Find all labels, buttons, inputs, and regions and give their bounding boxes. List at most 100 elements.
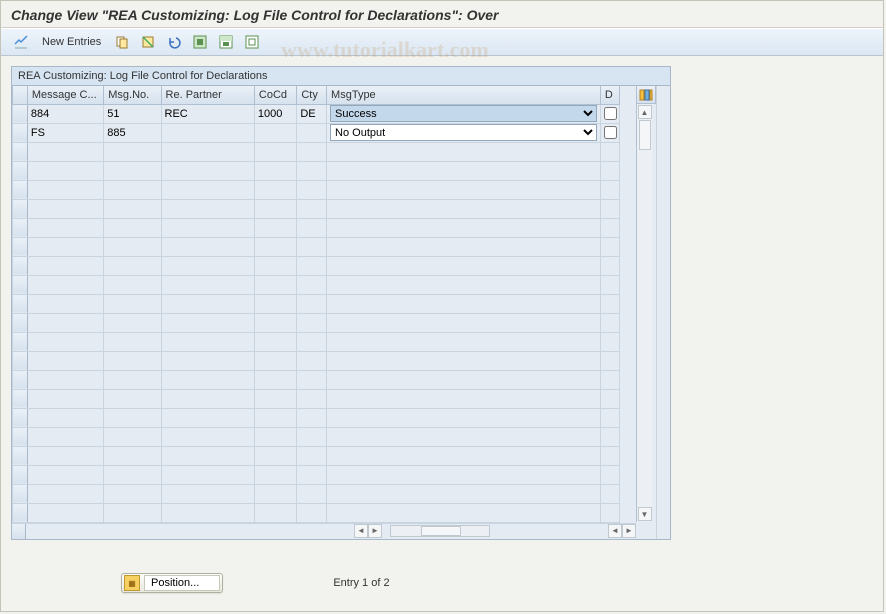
row-selector[interactable]	[13, 332, 28, 351]
cell-cocd[interactable]	[254, 427, 296, 446]
cell-cocd[interactable]	[254, 313, 296, 332]
row-selector[interactable]	[13, 199, 28, 218]
input-re_partner[interactable]	[165, 108, 251, 120]
row-selector[interactable]	[13, 446, 28, 465]
row-selector[interactable]	[13, 313, 28, 332]
cell-msg_class[interactable]	[27, 123, 103, 142]
cell-d[interactable]	[600, 294, 619, 313]
cell-msg_class[interactable]	[27, 275, 103, 294]
cell-msgtype[interactable]	[327, 180, 601, 199]
cell-msg_no[interactable]	[104, 484, 161, 503]
cell-msg_no[interactable]	[104, 104, 161, 123]
cell-re_partner[interactable]	[161, 218, 254, 237]
cell-d[interactable]	[600, 389, 619, 408]
cell-cocd[interactable]	[254, 351, 296, 370]
row-selector[interactable]	[13, 503, 28, 522]
cell-re_partner[interactable]	[161, 237, 254, 256]
cell-msg_no[interactable]	[104, 332, 161, 351]
col-msgtype[interactable]: MsgType	[327, 86, 601, 104]
checkbox-d[interactable]	[604, 126, 617, 139]
row-selector[interactable]	[13, 465, 28, 484]
row-selector[interactable]	[13, 484, 28, 503]
cell-msgtype[interactable]	[327, 351, 601, 370]
cell-msgtype[interactable]	[327, 275, 601, 294]
cell-re_partner[interactable]	[161, 294, 254, 313]
checkbox-d[interactable]	[604, 107, 617, 120]
cell-re_partner[interactable]	[161, 142, 254, 161]
cell-cty[interactable]	[297, 256, 327, 275]
cell-msg_no[interactable]	[104, 256, 161, 275]
cell-msgtype[interactable]	[327, 465, 601, 484]
cell-msgtype[interactable]	[327, 199, 601, 218]
cell-cty[interactable]	[297, 142, 327, 161]
cell-cty[interactable]	[297, 218, 327, 237]
cell-d[interactable]	[600, 313, 619, 332]
configure-columns-button[interactable]	[636, 86, 656, 104]
cell-d[interactable]	[600, 161, 619, 180]
cell-msg_class[interactable]	[27, 218, 103, 237]
cell-msgtype[interactable]	[327, 408, 601, 427]
cell-cocd[interactable]	[254, 446, 296, 465]
cell-msg_class[interactable]	[27, 161, 103, 180]
cell-cocd[interactable]	[254, 484, 296, 503]
cell-re_partner[interactable]	[161, 465, 254, 484]
undo-button[interactable]	[162, 32, 186, 52]
cell-cocd[interactable]	[254, 237, 296, 256]
cell-cocd[interactable]	[254, 294, 296, 313]
cell-msgtype[interactable]	[327, 427, 601, 446]
msgtype-select[interactable]: SuccessNo Output	[330, 105, 597, 122]
input-cocd[interactable]	[258, 108, 293, 120]
cell-d[interactable]	[600, 123, 619, 142]
cell-msg_no[interactable]	[104, 351, 161, 370]
cell-cocd[interactable]	[254, 199, 296, 218]
cell-msg_no[interactable]	[104, 275, 161, 294]
vscroll-down[interactable]: ▼	[638, 507, 652, 521]
cell-cocd[interactable]	[254, 370, 296, 389]
cell-cty[interactable]	[297, 199, 327, 218]
cell-cty[interactable]	[297, 370, 327, 389]
row-selector[interactable]	[13, 370, 28, 389]
input-cty[interactable]	[300, 127, 323, 139]
cell-re_partner[interactable]	[161, 389, 254, 408]
cell-cty[interactable]	[297, 503, 327, 522]
copy-as-button[interactable]	[110, 32, 134, 52]
cell-msgtype[interactable]	[327, 161, 601, 180]
cell-re_partner[interactable]	[161, 408, 254, 427]
cell-cocd[interactable]	[254, 218, 296, 237]
cell-cty[interactable]	[297, 332, 327, 351]
row-selector[interactable]	[13, 351, 28, 370]
cell-msgtype[interactable]	[327, 142, 601, 161]
cell-msg_class[interactable]	[27, 351, 103, 370]
delete-button[interactable]	[136, 32, 160, 52]
cell-re_partner[interactable]	[161, 123, 254, 142]
cell-cty[interactable]	[297, 465, 327, 484]
cell-re_partner[interactable]	[161, 275, 254, 294]
cell-cty[interactable]	[297, 123, 327, 142]
cell-re_partner[interactable]	[161, 180, 254, 199]
cell-msg_class[interactable]	[27, 427, 103, 446]
cell-cty[interactable]	[297, 389, 327, 408]
cell-msg_no[interactable]	[104, 199, 161, 218]
cell-cocd[interactable]	[254, 180, 296, 199]
vscroll-up[interactable]: ▲	[638, 105, 652, 119]
cell-d[interactable]	[600, 199, 619, 218]
cell-msg_no[interactable]	[104, 408, 161, 427]
cell-cocd[interactable]	[254, 408, 296, 427]
cell-d[interactable]	[600, 180, 619, 199]
cell-d[interactable]	[600, 446, 619, 465]
cell-msgtype[interactable]	[327, 389, 601, 408]
cell-re_partner[interactable]	[161, 446, 254, 465]
select-block-button[interactable]	[214, 32, 238, 52]
cell-msgtype[interactable]	[327, 218, 601, 237]
cell-msg_no[interactable]	[104, 218, 161, 237]
cell-msg_class[interactable]	[27, 446, 103, 465]
cell-cty[interactable]	[297, 180, 327, 199]
cell-re_partner[interactable]	[161, 503, 254, 522]
cell-msg_class[interactable]	[27, 104, 103, 123]
col-cocd[interactable]: CoCd	[254, 86, 296, 104]
cell-msg_no[interactable]	[104, 503, 161, 522]
cell-cty[interactable]	[297, 275, 327, 294]
cell-re_partner[interactable]	[161, 161, 254, 180]
cell-re_partner[interactable]	[161, 332, 254, 351]
cell-d[interactable]	[600, 351, 619, 370]
